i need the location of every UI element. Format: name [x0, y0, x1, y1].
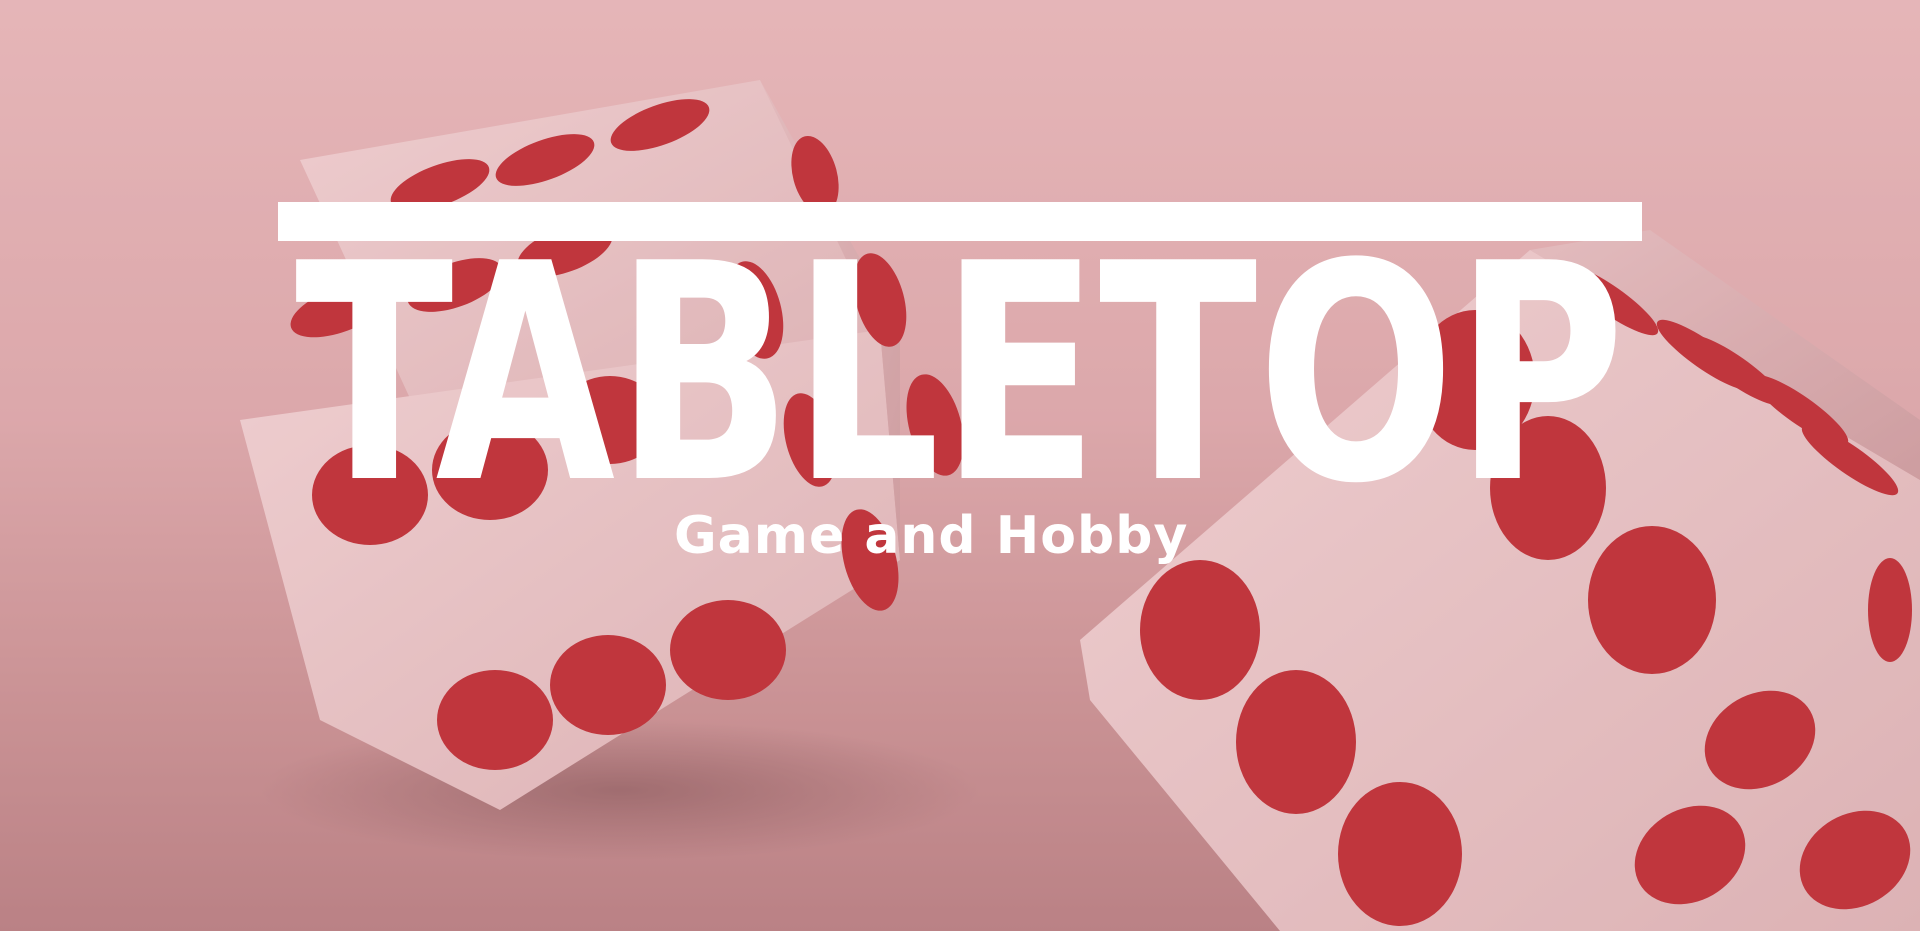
- brand-tagline: Game and Hobby: [674, 506, 1189, 566]
- hero-banner: TABLETOP Game and Hobby: [0, 0, 1920, 931]
- tabletop-logo: TABLETOP: [278, 200, 1642, 549]
- logo-wordmark: TABLETOP: [295, 200, 1625, 549]
